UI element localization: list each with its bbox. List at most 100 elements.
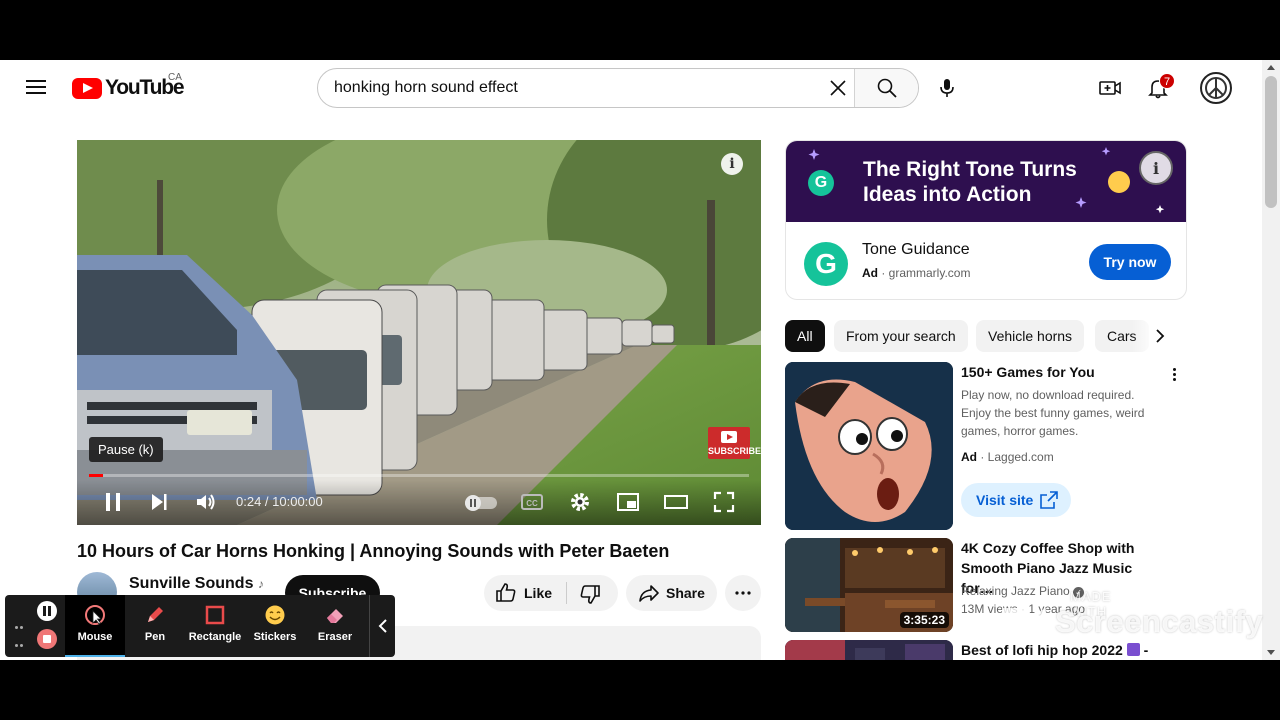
like-dislike-group: Like: [484, 575, 618, 611]
chip-vehicle-horns[interactable]: Vehicle horns: [976, 320, 1085, 352]
filter-chips: All From your search Vehicle horns Cars: [785, 320, 1187, 352]
ad-info-icon[interactable]: i: [1139, 151, 1173, 185]
player-controls: 0:24 / 10:00:00 CC: [77, 480, 761, 525]
next-icon[interactable]: [147, 490, 171, 514]
tool-eraser[interactable]: Eraser: [305, 595, 365, 657]
chip-from-your-search[interactable]: From your search: [834, 320, 968, 352]
tool-pen[interactable]: Pen: [125, 595, 185, 657]
search-box: [317, 68, 919, 108]
ad-domain: grammarly.com: [888, 266, 971, 280]
country-code: CA: [168, 72, 182, 83]
screencastify-toolbar: Mouse Pen Rectangle Stickers Eraser: [5, 595, 395, 657]
peace-avatar-icon: [1205, 77, 1227, 99]
channel-name-text: Sunville Sounds: [129, 575, 254, 592]
tool-rectangle-label: Rectangle: [188, 631, 242, 643]
video-title: 10 Hours of Car Horns Honking | Annoying…: [77, 541, 670, 561]
grammarly-logo-icon[interactable]: G: [804, 242, 848, 286]
rec-title-1[interactable]: 150+ Games for You: [961, 362, 1161, 382]
rectangle-icon: [205, 605, 225, 625]
info-icon[interactable]: i: [721, 153, 743, 175]
ad-label: Ad: [862, 266, 878, 280]
more-actions-button[interactable]: [725, 575, 761, 611]
pause-tooltip: Pause (k): [89, 437, 163, 462]
rec-ad-domain: Lagged.com: [987, 450, 1054, 464]
share-button[interactable]: Share: [626, 575, 717, 611]
progress-bar[interactable]: [89, 474, 749, 477]
voice-search-button[interactable]: [927, 68, 967, 108]
like-label[interactable]: Like: [524, 585, 552, 601]
youtube-play-icon: [72, 77, 102, 99]
scroll-thumb[interactable]: [1265, 76, 1277, 208]
rec-description-1: Play now, no download required. Enjoy th…: [961, 388, 1145, 438]
fullscreen-icon[interactable]: [712, 490, 736, 514]
scroll-down-arrow[interactable]: [1267, 650, 1275, 655]
ad-banner-text: The Right Tone Turns Ideas into Action: [863, 158, 1077, 206]
tool-eraser-label: Eraser: [317, 631, 353, 643]
video-frame: [77, 140, 761, 525]
tool-stickers-label: Stickers: [253, 631, 297, 643]
rec-more-icon[interactable]: [1166, 366, 1182, 386]
pause-icon[interactable]: [101, 490, 125, 514]
mic-icon: [940, 79, 954, 97]
rec-thumbnail-coffee-shop[interactable]: 3:35:23: [785, 538, 953, 632]
duration-badge: 3:35:23: [899, 612, 949, 628]
page-scrollbar[interactable]: [1262, 60, 1280, 660]
eraser-icon: [327, 609, 343, 623]
sparkle-emoji-icon: [1126, 643, 1140, 656]
thumbs-down-icon[interactable]: [578, 582, 602, 606]
ad-meta: Ad · grammarly.com: [862, 266, 971, 280]
search-input[interactable]: [318, 69, 808, 107]
chip-all[interactable]: All: [785, 320, 825, 352]
tool-stickers[interactable]: Stickers: [245, 595, 305, 657]
screencastify-logo-icon: [1002, 608, 1046, 636]
recording-pause-button[interactable]: [37, 601, 57, 621]
like-divider: [566, 582, 567, 604]
rec-thumbnail-lofi[interactable]: [785, 640, 953, 660]
try-now-button[interactable]: Try now: [1089, 244, 1171, 280]
volume-icon[interactable]: [194, 490, 218, 514]
ad-banner[interactable]: G The Right Tone Turns Ideas into Action…: [786, 141, 1186, 222]
rec-title-3[interactable]: Best of lofi hip hop 2022 -: [961, 640, 1161, 660]
rec-ad-label: Ad: [961, 450, 977, 464]
emoji-icon: [1108, 171, 1130, 193]
subscribe-watermark[interactable]: SUBSCRIBE: [708, 427, 761, 459]
account-avatar[interactable]: [1200, 72, 1232, 104]
ad-title[interactable]: Tone Guidance: [862, 241, 970, 259]
recording-stop-button[interactable]: [37, 629, 57, 649]
clear-icon[interactable]: [826, 76, 850, 100]
video-player[interactable]: i Pause (k) SUBSCRIBE 0:24 / 10:00:00 CC: [77, 140, 761, 525]
progress-fill: [89, 474, 103, 477]
share-label: Share: [666, 585, 705, 601]
channel-name[interactable]: Sunville Sounds ♪: [129, 575, 264, 593]
pen-icon: [148, 607, 163, 622]
tool-rectangle[interactable]: Rectangle: [185, 595, 245, 657]
sticker-smiley-icon: [265, 605, 285, 625]
search-button[interactable]: [854, 69, 918, 107]
create-icon[interactable]: [1098, 76, 1122, 100]
toolbar-collapse-button[interactable]: [369, 595, 395, 657]
share-icon: [639, 585, 659, 602]
thumbs-up-icon[interactable]: [494, 581, 518, 605]
visit-site-button[interactable]: Visit site: [961, 483, 1071, 517]
theater-mode-icon[interactable]: [664, 490, 688, 514]
masthead: YouTube CA 7: [0, 60, 1262, 116]
captions-icon[interactable]: CC: [520, 490, 544, 514]
menu-icon[interactable]: [24, 76, 48, 100]
notification-count-badge: 7: [1159, 73, 1175, 89]
drag-handle-icon[interactable]: [14, 617, 24, 647]
cartoon-face-image: [785, 362, 953, 530]
lofi-image: [785, 640, 953, 660]
settings-icon[interactable]: [568, 490, 592, 514]
rec-channel-2[interactable]: Relaxing Jazz Piano ✓: [961, 582, 1161, 600]
youtube-logo[interactable]: YouTube: [72, 76, 185, 99]
tool-mouse[interactable]: Mouse: [65, 595, 125, 657]
svg-text:CC: CC: [526, 499, 538, 508]
rec-title-3-text: Best of lofi hip hop 2022: [961, 642, 1123, 658]
rec-thumbnail-game-ad[interactable]: [785, 362, 953, 530]
chevron-right-icon[interactable]: [1152, 328, 1168, 344]
screencastify-brand-text: Screencastify: [1055, 604, 1264, 639]
rec-meta-1: Ad · Lagged.com: [961, 450, 1054, 464]
miniplayer-icon[interactable]: [616, 490, 640, 514]
autoplay-toggle[interactable]: [463, 490, 499, 514]
scroll-up-arrow[interactable]: [1267, 65, 1275, 70]
